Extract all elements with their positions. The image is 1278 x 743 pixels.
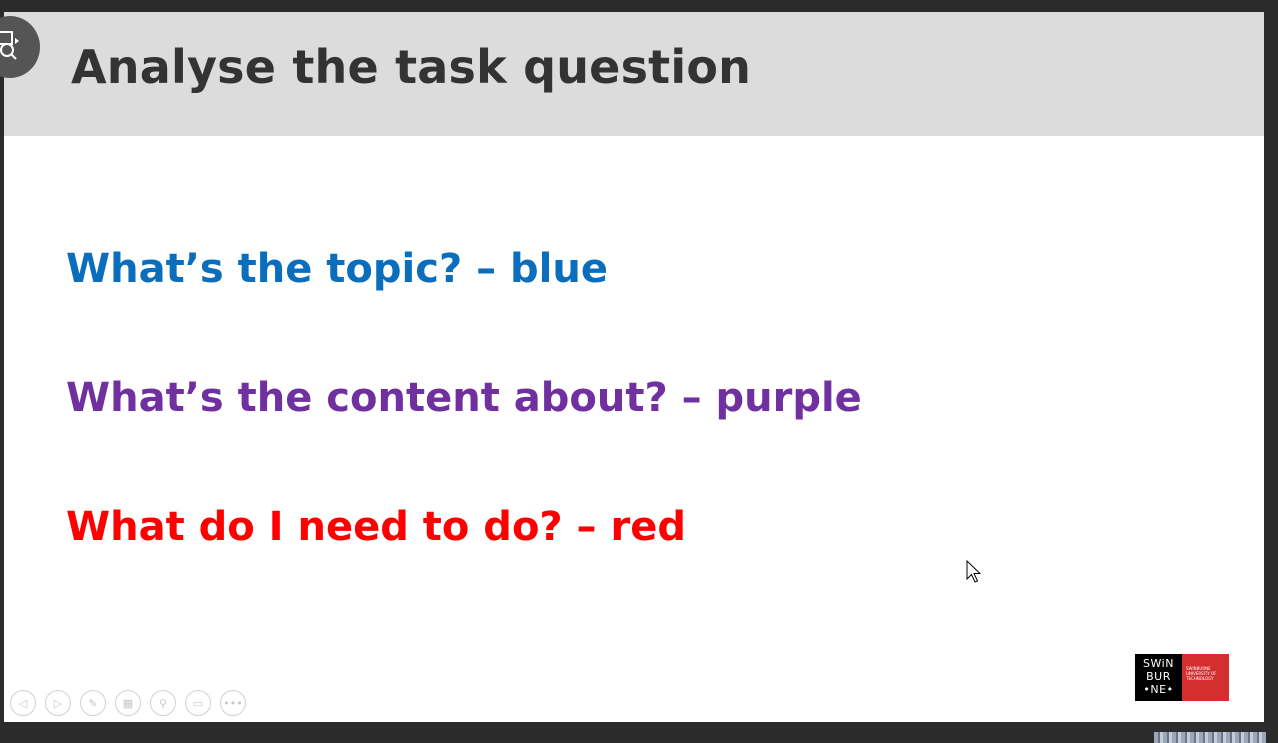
slide-title: Analyse the task question	[71, 40, 752, 94]
title-bar: Analyse the task question	[4, 12, 1264, 136]
taskbar-thumbnail-strip	[1154, 732, 1266, 743]
pen-icon[interactable]: ✎	[80, 690, 106, 716]
presenter-controls: ◁ ▷ ✎ ▦ ⚲ ▭ •••	[10, 690, 246, 716]
logo-subtitle: SWINBURNE UNIVERSITY OF TECHNOLOGY	[1182, 654, 1229, 701]
presentation-window: Analyse the task question What’s the top…	[0, 0, 1278, 743]
previous-icon[interactable]: ◁	[10, 690, 36, 716]
subtitles-icon[interactable]: ▭	[185, 690, 211, 716]
logo-wordmark: SWiN BUR •NE•	[1135, 654, 1182, 701]
slides-grid-icon[interactable]: ▦	[115, 690, 141, 716]
mouse-cursor-icon	[966, 559, 982, 588]
more-options-icon[interactable]: •••	[220, 690, 246, 716]
task-question: What do I need to do? – red	[66, 504, 686, 550]
swinburne-logo: SWiN BUR •NE• SWINBURNE UNIVERSITY OF TE…	[1135, 654, 1229, 701]
zoom-icon[interactable]: ⚲	[150, 690, 176, 716]
slide: Analyse the task question What’s the top…	[4, 12, 1264, 722]
content-question: What’s the content about? – purple	[66, 375, 862, 421]
next-icon[interactable]: ▷	[45, 690, 71, 716]
topic-question: What’s the topic? – blue	[66, 246, 608, 292]
